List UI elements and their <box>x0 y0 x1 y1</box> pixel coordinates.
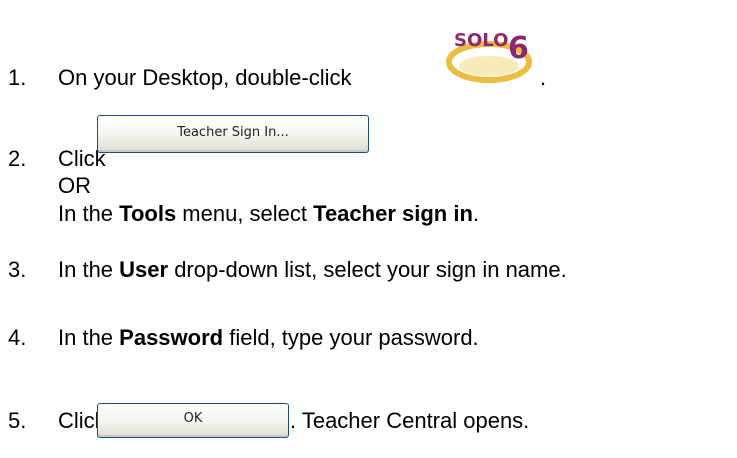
text: In the <box>58 325 120 350</box>
step-number: 2. <box>8 146 27 171</box>
step-number: 5. <box>8 408 27 433</box>
step-number: 1. <box>8 65 27 90</box>
text: In the <box>58 257 120 282</box>
menu-item-name: Teacher sign in <box>313 201 473 226</box>
logo-text: SOLO <box>454 30 508 51</box>
ok-button[interactable]: OK <box>97 403 289 438</box>
step-number: 3. <box>8 257 27 282</box>
logo-digit: 6 <box>508 31 529 66</box>
text: field, type your password. <box>223 325 479 350</box>
text: menu, select <box>176 201 314 226</box>
step-number: 4. <box>8 325 27 350</box>
text: drop-down list, select your sign in name… <box>168 257 567 282</box>
step-5: 5. Click <box>8 408 106 434</box>
step-2: 2. Click <box>8 146 106 172</box>
field-name: Password <box>119 325 224 350</box>
text: In the <box>58 201 120 226</box>
menu-name: Tools <box>119 201 177 226</box>
step-text: On your Desktop, double-click <box>58 65 352 90</box>
step-1: 1. On your Desktop, double-click <box>8 65 351 91</box>
solo6-logo-icon[interactable]: SOLO 6 <box>436 22 542 86</box>
step-2-alternative: In the Tools menu, select Teacher sign i… <box>58 201 479 227</box>
step-1-period: . <box>540 65 547 90</box>
step-4: 4. In the Password field, type your passw… <box>8 325 479 351</box>
step-3: 3. In the User drop-down list, select you… <box>8 257 567 283</box>
step-2-or: OR <box>58 173 91 198</box>
text: . <box>472 201 480 226</box>
teacher-sign-in-button[interactable]: Teacher Sign In... <box>97 115 369 153</box>
field-name: User <box>119 257 169 282</box>
step-5-result: . Teacher Central opens. <box>290 408 530 433</box>
